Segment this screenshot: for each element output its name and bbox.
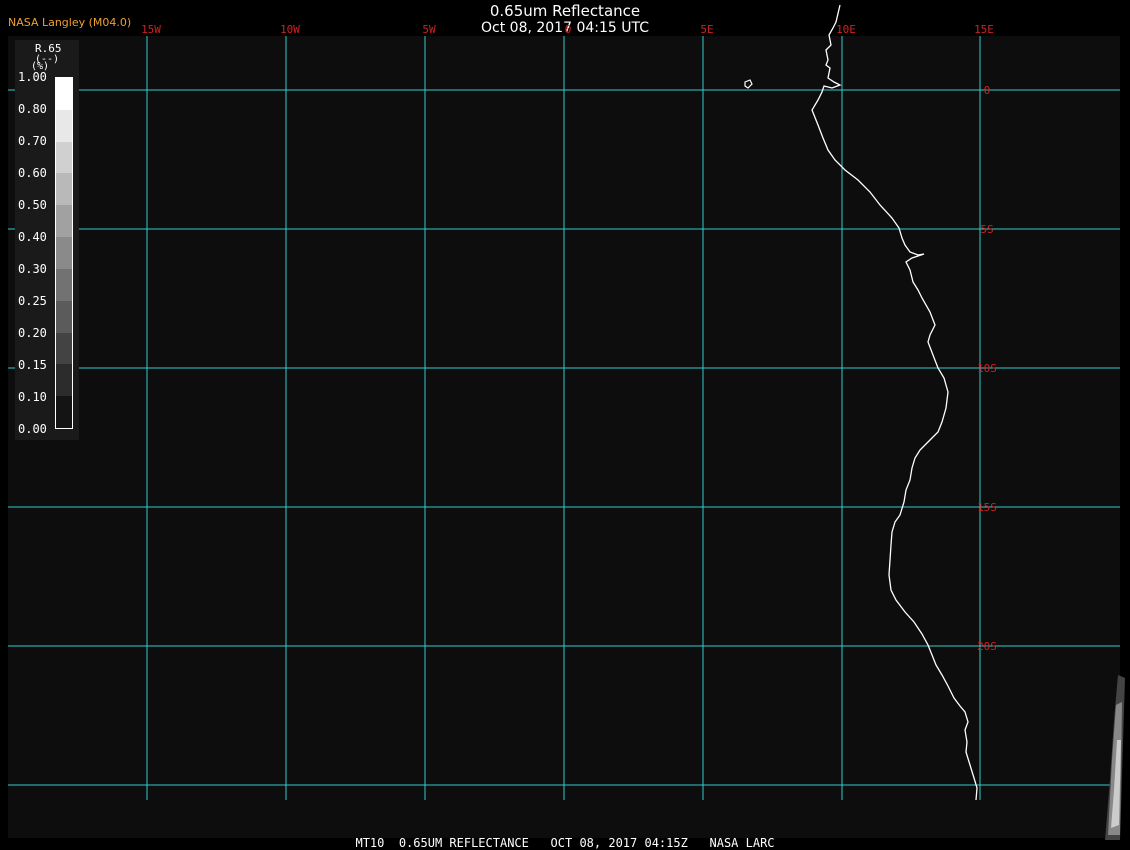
lon-label: 5E — [700, 23, 713, 36]
colorbar — [55, 77, 73, 429]
lon-label: 15E — [974, 23, 994, 36]
colorbar-band — [56, 141, 72, 174]
footer-caption: MT10 0.65UM REFLECTANCE OCT 08, 2017 04:… — [355, 836, 775, 850]
lat-label: 10S — [977, 362, 997, 375]
colorbar-band — [56, 268, 72, 301]
colorbar-band — [56, 332, 72, 365]
colorbar-band — [56, 173, 72, 206]
lon-label: 0 — [565, 23, 572, 36]
colorbar-tick-label: 0.30 — [18, 262, 47, 276]
colorbar-tick-label: 0.70 — [18, 134, 47, 148]
colorbar-tick-label: 0.40 — [18, 230, 47, 244]
colorbar-tick-label: 1.00 — [18, 70, 47, 84]
colorbar-band — [56, 237, 72, 269]
lat-label: 20S — [977, 640, 997, 653]
lon-label: 15W — [141, 23, 161, 36]
lat-label: 15S — [977, 501, 997, 514]
colorbar-tick-label: 0.60 — [18, 166, 47, 180]
lat-label: 0 — [984, 84, 991, 97]
lon-label: 5W — [422, 23, 436, 36]
lon-label: 10W — [280, 23, 300, 36]
colorbar-tick-label: 0.15 — [18, 358, 47, 372]
colorbar-tick-label: 0.80 — [18, 102, 47, 116]
colorbar-tick-label: 0.25 — [18, 294, 47, 308]
colorbar-band — [56, 205, 72, 238]
colorbar-tick-label: 0.20 — [18, 326, 47, 340]
colorbar-tick-label: 0.10 — [18, 390, 47, 404]
colorbar-tick-label: 0.00 — [18, 422, 47, 436]
colorbar-band — [56, 78, 72, 110]
coastline — [811, 4, 978, 801]
colorbar-band — [56, 109, 72, 142]
lat-label: 5S — [980, 223, 993, 236]
colorbar-legend: R.65 (--) (%) 1.00 0.80 0.70 0.60 0.50 0.40 0.… — [15, 40, 79, 440]
colorbar-band — [56, 300, 72, 333]
image-edge-cloud — [1105, 675, 1125, 840]
colorbar-tick-label: 0.50 — [18, 198, 47, 212]
island — [744, 79, 753, 89]
lon-label: 10E — [836, 23, 856, 36]
graticule — [8, 36, 1120, 800]
map-overlay: 15W 10W 5W 0 5E 10E 15E 0 5S 10S 15S 20S — [8, 4, 1125, 840]
colorbar-band — [56, 396, 72, 428]
graticule-labels: 15W 10W 5W 0 5E 10E 15E 0 5S 10S 15S 20S — [141, 23, 997, 653]
colorbar-band — [56, 364, 72, 397]
